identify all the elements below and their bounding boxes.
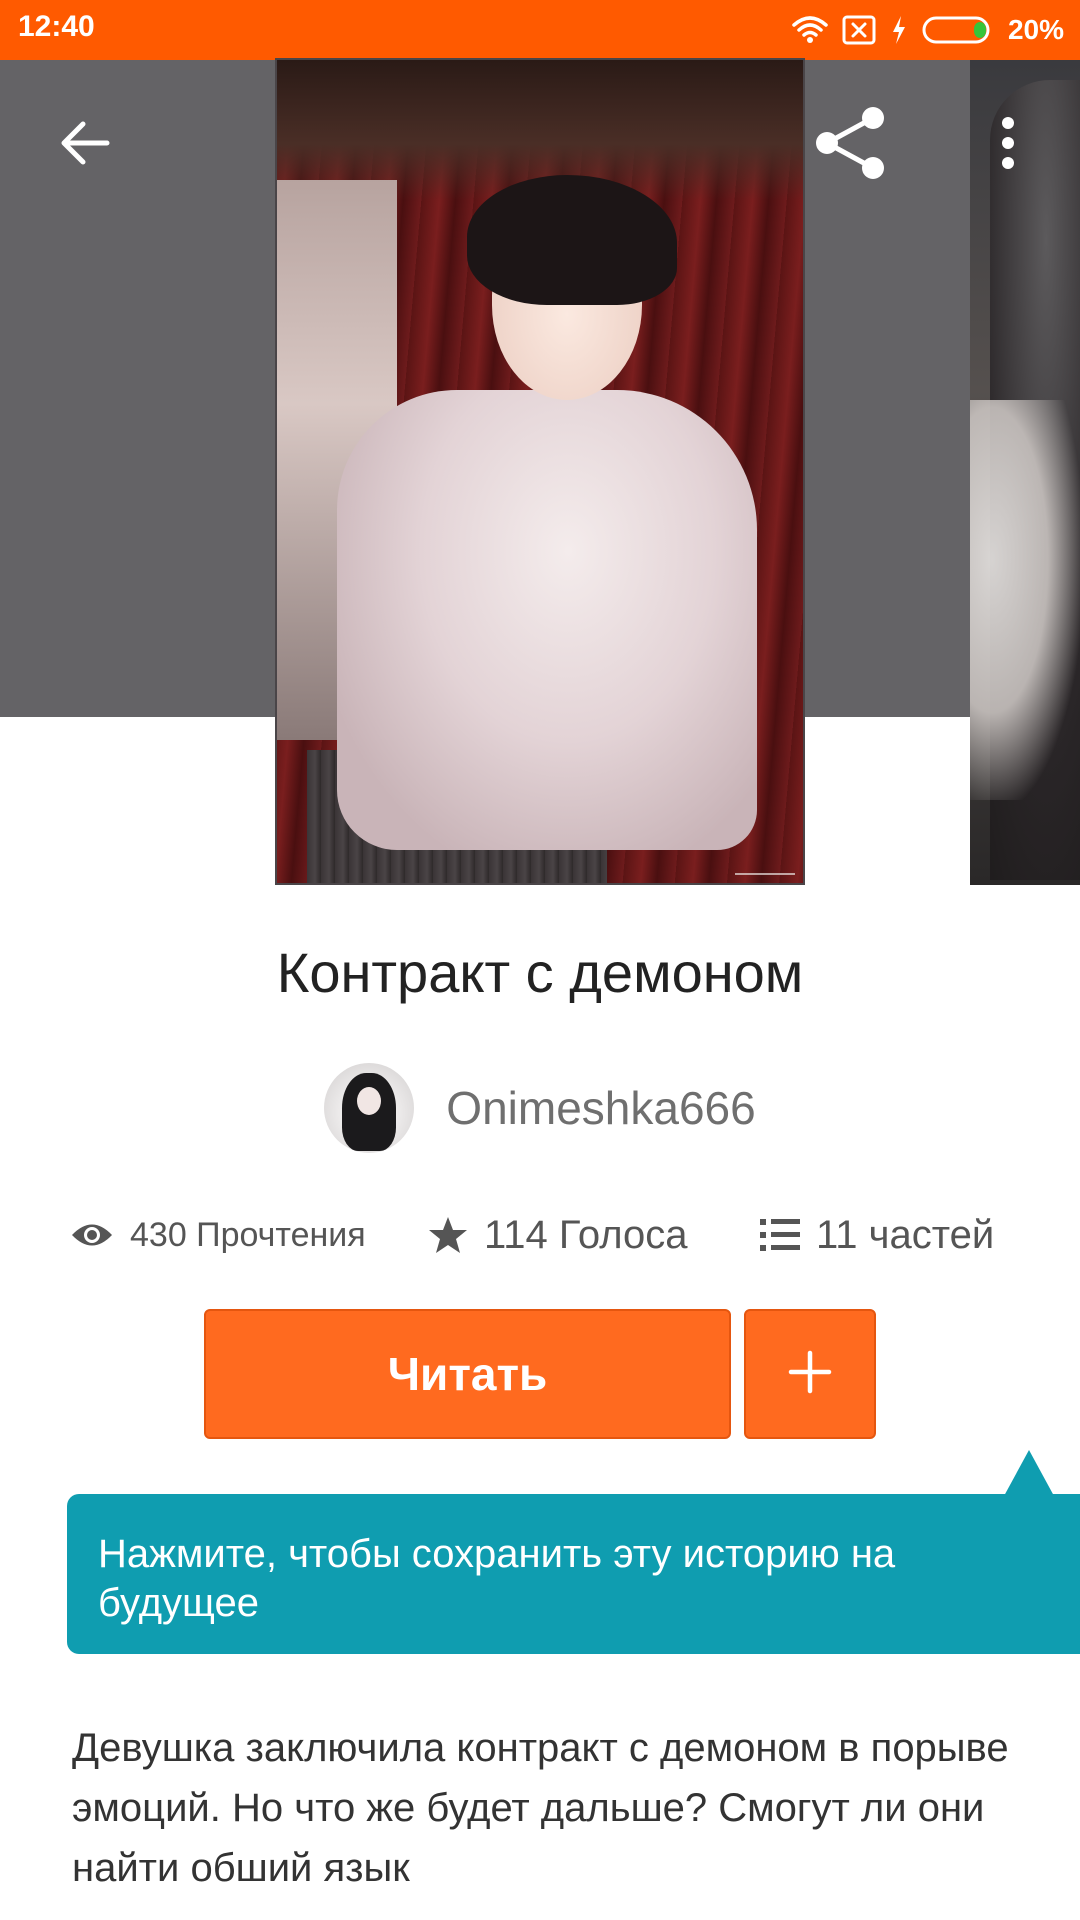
sim-off-icon (842, 15, 876, 45)
arrow-left-icon (59, 119, 111, 172)
wifi-icon (792, 15, 828, 45)
author-name[interactable]: Onimeshka666 (446, 1081, 755, 1135)
story-title: Контракт с демоном (276, 941, 804, 1004)
votes-count: 114 Голоса (484, 1212, 688, 1257)
author-avatar[interactable] (324, 1063, 415, 1153)
back-button[interactable] (40, 100, 130, 190)
story-details-screen: 12:40 20% Контракт с демоном Onimeshka66… (0, 0, 1080, 1920)
story-description: Девушка заключила контракт с демоном в п… (72, 1726, 1009, 1890)
story-cover-image (277, 60, 803, 883)
author-row[interactable]: Onimeshka666 (0, 1063, 1080, 1153)
save-story-tooltip[interactable]: Нажмите, чтобы сохранить эту историю на … (67, 1494, 1080, 1654)
star-icon (428, 1215, 468, 1255)
share-button[interactable] (800, 100, 900, 190)
tooltip-pointer (1004, 1450, 1054, 1496)
stat-parts: 11 частей (760, 1205, 994, 1265)
charging-icon (890, 15, 908, 45)
reads-count: 430 Прочтения (130, 1215, 366, 1254)
status-icons: 20% (792, 12, 1064, 48)
battery-percent: 20% (1007, 14, 1064, 45)
more-options-button[interactable] (968, 100, 1048, 190)
eye-icon (70, 1220, 114, 1250)
share-icon (813, 106, 887, 185)
stat-votes: 114 Голоса (428, 1205, 688, 1265)
list-icon (760, 1217, 800, 1253)
status-bar: 12:40 20% (0, 0, 1080, 60)
more-vertical-icon (1000, 116, 1016, 174)
stat-reads: 430 Прочтения (70, 1205, 366, 1265)
add-to-library-button[interactable] (744, 1309, 876, 1439)
battery-icon (922, 15, 994, 45)
story-stats: 430 Прочтения 114 Голоса 11 частей (0, 1205, 1080, 1265)
plus-icon (788, 1350, 832, 1399)
status-time: 12:40 (18, 10, 95, 43)
read-button[interactable]: Читать (204, 1309, 731, 1439)
parts-count: 11 частей (816, 1212, 995, 1257)
